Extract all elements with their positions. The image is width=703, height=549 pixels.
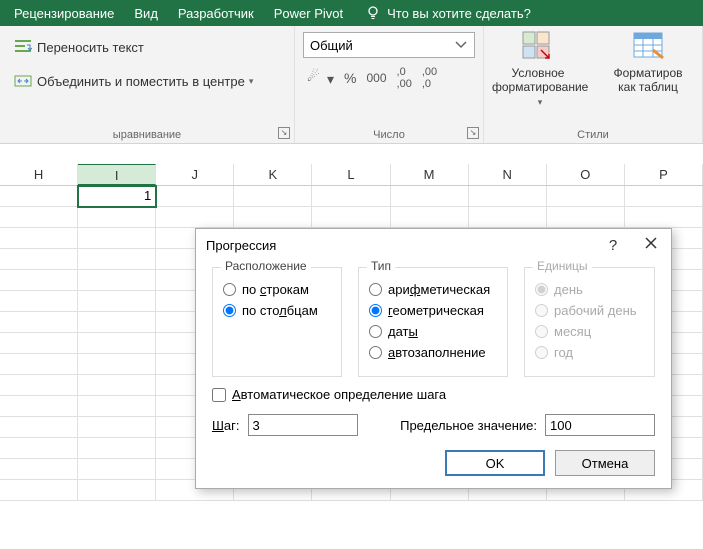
close-button[interactable] <box>641 236 661 254</box>
dialog-launcher-alignment[interactable]: ↘ <box>278 127 290 139</box>
step-input[interactable] <box>248 414 358 436</box>
col-header[interactable]: K <box>234 164 312 185</box>
menu-review[interactable]: Рецензирование <box>4 0 124 26</box>
radio-cols[interactable]: по столбцам <box>223 303 331 318</box>
merge-center-icon <box>14 72 32 90</box>
ribbon: Переносить текст Объединить и поместить … <box>0 26 703 144</box>
group-label-styles: Стили <box>484 129 702 141</box>
col-header[interactable]: H <box>0 164 78 185</box>
menu-bar: Рецензирование Вид Разработчик Power Piv… <box>0 0 703 26</box>
groupbox-type-title: Тип <box>367 259 395 273</box>
conditional-formatting-icon <box>521 30 555 64</box>
chevron-down-icon <box>454 40 468 50</box>
accounting-format-button[interactable]: ☄▾ <box>307 68 334 88</box>
groupbox-layout-title: Расположение <box>221 259 311 273</box>
groupbox-layout: Расположение по строкам по столбцам <box>212 267 342 377</box>
ribbon-group-number: Общий ☄▾ % 000 ,0,00 ,00,0 Число ↘ <box>295 26 484 143</box>
as-table-label1: Форматиров <box>613 66 682 80</box>
dropdown-arrow-icon: ▾ <box>538 97 543 107</box>
number-format-value: Общий <box>310 38 353 53</box>
cell[interactable] <box>391 186 469 207</box>
wrap-text-label: Переносить текст <box>37 40 144 55</box>
radio-day: день <box>535 282 644 297</box>
cancel-button[interactable]: Отмена <box>555 450 655 476</box>
radio-autofill[interactable]: автозаполнение <box>369 345 497 360</box>
cond-fmt-label2: форматирование <box>492 80 588 94</box>
as-table-label2: как таблиц <box>618 80 678 94</box>
dialog-titlebar: Прогрессия ? <box>196 229 671 261</box>
auto-step-checkbox[interactable]: Автоматическое определение шага <box>212 387 655 402</box>
col-header[interactable]: J <box>156 164 234 185</box>
cell[interactable] <box>156 186 234 207</box>
radio-arithmetic[interactable]: арифметическая <box>369 282 497 297</box>
increase-decimal-button[interactable]: ,0,00 <box>397 66 412 90</box>
menu-powerpivot[interactable]: Power Pivot <box>264 0 353 26</box>
active-cell[interactable]: 1 <box>78 186 156 207</box>
cell[interactable] <box>547 186 625 207</box>
col-header[interactable]: N <box>469 164 547 185</box>
ribbon-group-styles: Условное форматирование ▾ Форматиров как… <box>484 26 703 143</box>
conditional-formatting-button[interactable]: Условное форматирование ▾ <box>492 30 584 108</box>
radio-dates[interactable]: даты <box>369 324 497 339</box>
step-label: Шаг: <box>212 418 240 433</box>
comma-format-button[interactable]: 000 <box>366 71 386 85</box>
lightbulb-icon <box>365 5 381 21</box>
wrap-text-button[interactable]: Переносить текст <box>8 34 150 60</box>
dialog-title: Прогрессия <box>206 238 276 253</box>
limit-label: Предельное значение: <box>400 418 537 433</box>
number-format-combo[interactable]: Общий <box>303 32 475 58</box>
menu-view[interactable]: Вид <box>124 0 168 26</box>
groupbox-units-title: Единицы <box>533 259 592 273</box>
tell-me-label: Что вы хотите сделать? <box>387 6 531 21</box>
group-label-alignment: ыравнивание <box>0 129 294 141</box>
col-header[interactable]: I <box>78 164 156 185</box>
dropdown-arrow-icon: ▾ <box>249 76 254 87</box>
cond-fmt-label1: Условное <box>512 66 565 80</box>
cell[interactable] <box>234 186 312 207</box>
ok-button[interactable]: OK <box>445 450 545 476</box>
col-header[interactable]: M <box>391 164 469 185</box>
merge-center-button[interactable]: Объединить и поместить в центре ▾ <box>8 68 259 94</box>
ribbon-group-alignment: Переносить текст Объединить и поместить … <box>0 26 295 143</box>
format-as-table-icon <box>631 30 665 64</box>
radio-month: месяц <box>535 324 644 339</box>
radio-rows[interactable]: по строкам <box>223 282 331 297</box>
decrease-decimal-button[interactable]: ,00,0 <box>422 66 437 90</box>
col-header[interactable]: O <box>547 164 625 185</box>
grid-row: 1 <box>0 186 703 207</box>
column-headers: H I J K L M N O P <box>0 164 703 186</box>
tell-me-search[interactable]: Что вы хотите сделать? <box>365 5 531 21</box>
wrap-text-icon <box>14 38 32 56</box>
dialog-launcher-number[interactable]: ↘ <box>467 127 479 139</box>
col-header[interactable]: P <box>625 164 703 185</box>
svg-text:☄: ☄ <box>307 68 320 84</box>
radio-geometric[interactable]: геометрическая <box>369 303 497 318</box>
cell[interactable] <box>469 186 547 207</box>
merge-center-label: Объединить и поместить в центре <box>37 74 245 89</box>
cell[interactable] <box>0 186 78 207</box>
menu-developer[interactable]: Разработчик <box>168 0 264 26</box>
groupbox-type: Тип арифметическая геометрическая даты а… <box>358 267 508 377</box>
close-icon <box>644 236 658 250</box>
percent-format-button[interactable]: % <box>344 70 356 86</box>
radio-year: год <box>535 345 644 360</box>
limit-input[interactable] <box>545 414 655 436</box>
col-header[interactable]: L <box>312 164 390 185</box>
group-label-number: Число <box>295 129 483 141</box>
help-button[interactable]: ? <box>603 237 623 254</box>
format-as-table-button[interactable]: Форматиров как таблиц <box>602 30 694 108</box>
cell[interactable] <box>625 186 703 207</box>
radio-workday: рабочий день <box>535 303 644 318</box>
groupbox-units: Единицы день рабочий день месяц год <box>524 267 655 377</box>
cell[interactable] <box>312 186 390 207</box>
progression-dialog: Прогрессия ? Расположение по строкам по … <box>195 228 672 489</box>
